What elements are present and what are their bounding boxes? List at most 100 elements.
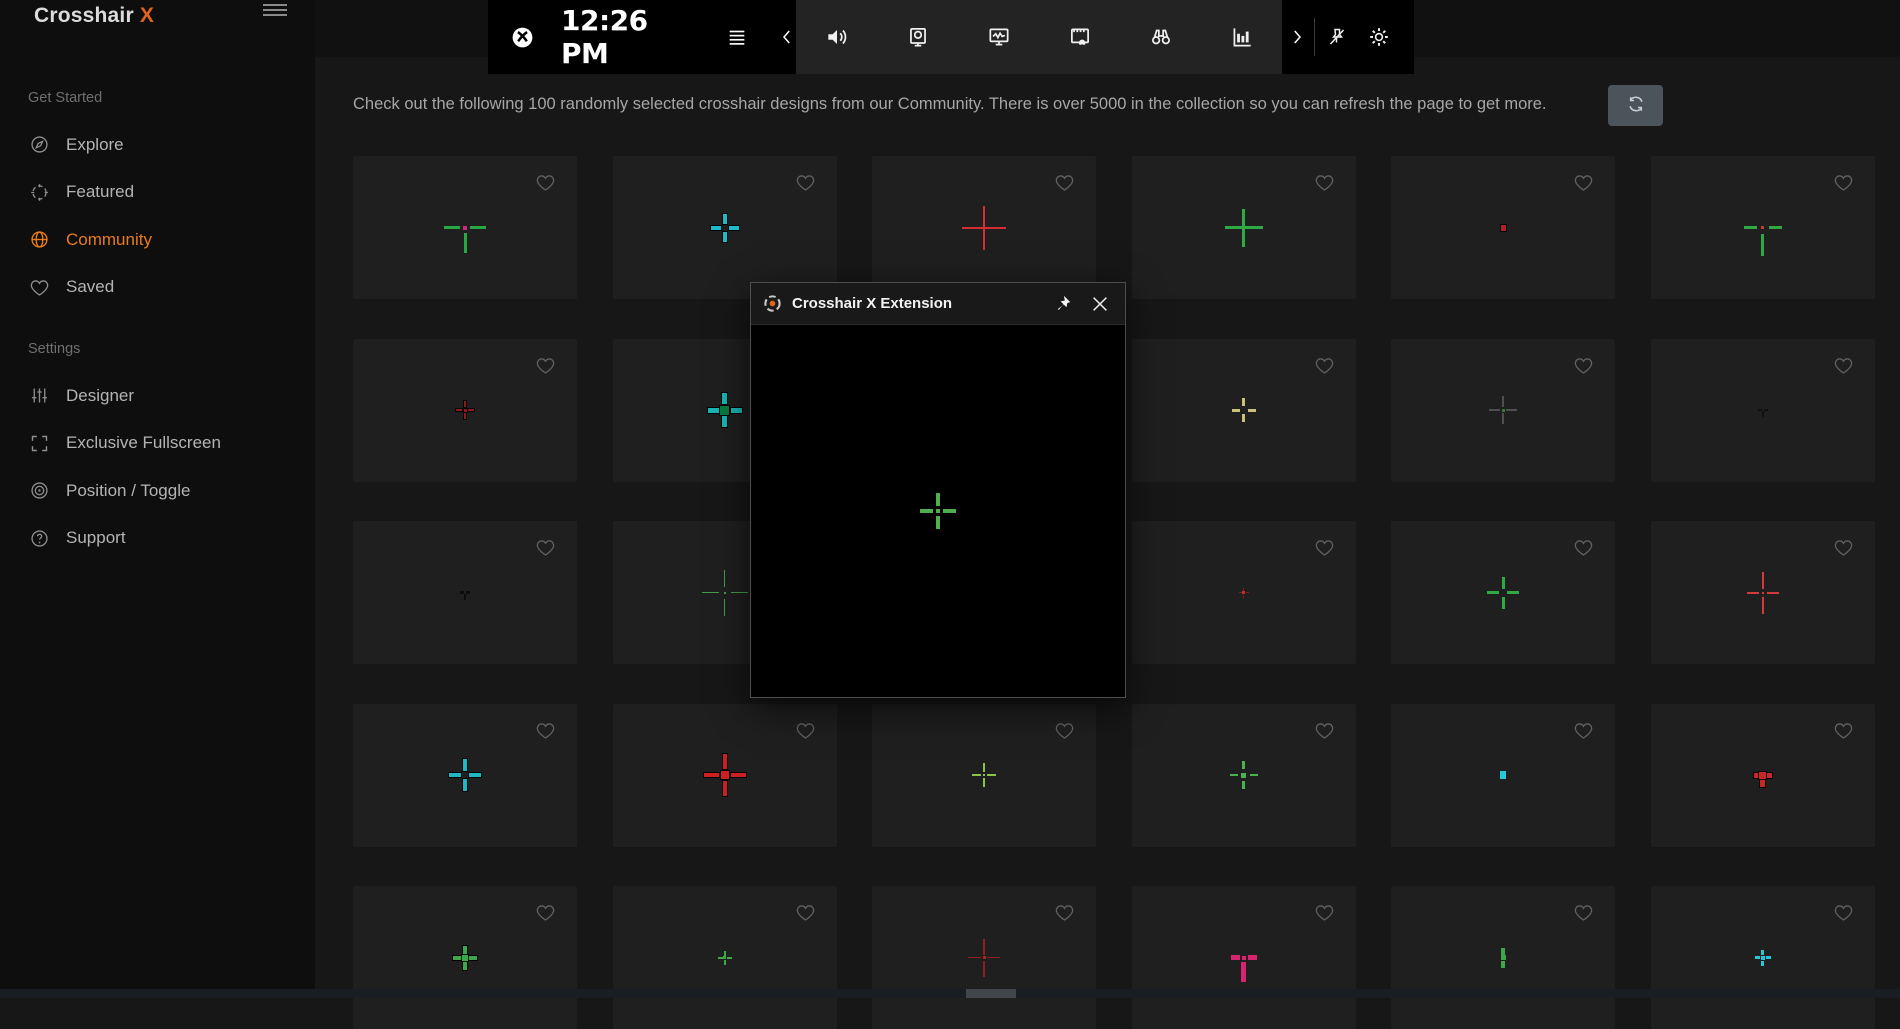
sidebar: CrosshairX Get Started Explore FeaturedCom… (0, 0, 315, 998)
app-logo: CrosshairX (34, 4, 154, 28)
favorite-heart-icon[interactable] (1054, 902, 1075, 923)
favorite-heart-icon[interactable] (1573, 355, 1594, 376)
crosshair-card-r5c1[interactable] (353, 886, 577, 1029)
performance-icon[interactable] (986, 24, 1012, 50)
crosshair-card-r1c3[interactable] (872, 156, 1096, 299)
crosshair-card-r3c5[interactable] (1391, 521, 1615, 664)
game-bar-clock[interactable]: 12:26 PM (561, 4, 696, 70)
crosshair-card-r2c4[interactable] (1132, 339, 1356, 482)
crosshair-card-r3c6[interactable] (1651, 521, 1875, 664)
sidebar-item-designer[interactable]: Designer (0, 372, 315, 419)
pin-icon[interactable] (1051, 293, 1073, 315)
favorite-heart-icon[interactable] (1833, 355, 1854, 376)
extension-title: Crosshair X Extension (792, 295, 952, 312)
crosshair-card-r4c3[interactable] (872, 704, 1096, 847)
fullscreen-icon (29, 433, 50, 454)
favorite-heart-icon[interactable] (1314, 537, 1335, 558)
widgets-icon[interactable] (726, 26, 748, 48)
extension-titlebar[interactable]: Crosshair X Extension (751, 283, 1125, 325)
favorite-heart-icon[interactable] (535, 355, 556, 376)
game-bar-widgets-section (796, 0, 1282, 74)
favorite-heart-icon[interactable] (1833, 172, 1854, 193)
crosshair-card-r1c2[interactable] (613, 156, 837, 299)
sidebar-item-label: Position / Toggle (66, 481, 190, 501)
crosshair-card-r4c1[interactable] (353, 704, 577, 847)
favorite-heart-icon[interactable] (795, 172, 816, 193)
crosshair-card-r5c5[interactable] (1391, 886, 1615, 1029)
favorite-heart-icon[interactable] (1314, 720, 1335, 741)
scrollbar-thumb[interactable] (966, 989, 1016, 998)
broadcast-icon[interactable] (905, 24, 931, 50)
crosshair-card-r3c1[interactable] (353, 521, 577, 664)
help-icon (29, 528, 50, 549)
sidebar-item-saved[interactable]: Saved (0, 264, 315, 311)
sidebar-item-explore[interactable]: Explore (0, 121, 315, 168)
favorite-heart-icon[interactable] (535, 720, 556, 741)
extension-preview-area (751, 325, 1125, 697)
crosshair-card-r4c6[interactable] (1651, 704, 1875, 847)
looking-for-group-icon[interactable] (1148, 24, 1174, 50)
scope-icon (29, 182, 50, 203)
sidebar-item-position-toggle[interactable]: Position / Toggle (0, 467, 315, 514)
crosshair-card-r5c3[interactable] (872, 886, 1096, 1029)
unpin-icon[interactable] (1325, 25, 1349, 49)
favorite-heart-icon[interactable] (535, 902, 556, 923)
favorite-heart-icon[interactable] (1314, 902, 1335, 923)
favorite-heart-icon[interactable] (795, 720, 816, 741)
crosshair-card-r1c5[interactable] (1391, 156, 1615, 299)
sidebar-item-featured[interactable]: Featured (0, 169, 315, 216)
close-icon[interactable] (1089, 293, 1111, 315)
resources-icon[interactable] (1229, 24, 1255, 50)
sidebar-section-label: Get Started (28, 90, 102, 106)
globe-icon (29, 229, 50, 250)
xbox-logo-icon[interactable] (510, 25, 535, 50)
crosshair-card-r4c5[interactable] (1391, 704, 1615, 847)
bottom-taskbar-strip (0, 989, 1900, 998)
extension-window[interactable]: Crosshair X Extension (750, 282, 1126, 698)
favorite-heart-icon[interactable] (1573, 720, 1594, 741)
crosshair-card-r2c1[interactable] (353, 339, 577, 482)
sidebar-item-community[interactable]: Community (0, 216, 315, 263)
app-logo-text: Crosshair (34, 4, 134, 27)
favorite-heart-icon[interactable] (795, 902, 816, 923)
audio-icon[interactable] (824, 24, 850, 50)
favorite-heart-icon[interactable] (1573, 537, 1594, 558)
favorite-heart-icon[interactable] (1833, 720, 1854, 741)
chevron-left-icon[interactable] (778, 28, 796, 46)
favorite-heart-icon[interactable] (1573, 172, 1594, 193)
favorite-heart-icon[interactable] (1573, 902, 1594, 923)
favorite-heart-icon[interactable] (535, 537, 556, 558)
favorite-heart-icon[interactable] (1054, 720, 1075, 741)
crosshair-card-r2c5[interactable] (1391, 339, 1615, 482)
sidebar-item-label: Explore (66, 135, 124, 155)
crosshair-card-r3c4[interactable] (1132, 521, 1356, 664)
crosshair-card-r5c2[interactable] (613, 886, 837, 1029)
sliders-icon (29, 385, 50, 406)
favorite-heart-icon[interactable] (1833, 902, 1854, 923)
sidebar-item-exclusive-fullscreen[interactable]: Exclusive Fullscreen (0, 420, 315, 467)
crosshair-card-r5c4[interactable] (1132, 886, 1356, 1029)
chevron-right-icon[interactable] (1288, 28, 1306, 46)
sidebar-item-label: Designer (66, 386, 134, 406)
favorite-heart-icon[interactable] (535, 172, 556, 193)
gallery-icon[interactable] (1067, 24, 1093, 50)
crosshair-card-r2c6[interactable] (1651, 339, 1875, 482)
favorite-heart-icon[interactable] (1833, 537, 1854, 558)
community-description: Check out the following 100 randomly sel… (353, 95, 1603, 114)
crosshair-card-r5c6[interactable] (1651, 886, 1875, 1029)
refresh-icon (1625, 93, 1647, 118)
favorite-heart-icon[interactable] (1314, 172, 1335, 193)
target-icon (29, 480, 50, 501)
settings-gear-icon[interactable] (1367, 25, 1391, 49)
crosshair-card-r4c2[interactable] (613, 704, 837, 847)
favorite-heart-icon[interactable] (1314, 355, 1335, 376)
heart-icon (29, 277, 50, 298)
sidebar-item-support[interactable]: Support (0, 515, 315, 562)
favorite-heart-icon[interactable] (1054, 172, 1075, 193)
crosshair-card-r1c6[interactable] (1651, 156, 1875, 299)
crosshair-card-r1c1[interactable] (353, 156, 577, 299)
refresh-button[interactable] (1608, 85, 1663, 126)
hamburger-icon[interactable] (263, 1, 287, 17)
crosshair-card-r1c4[interactable] (1132, 156, 1356, 299)
crosshair-card-r4c4[interactable] (1132, 704, 1356, 847)
